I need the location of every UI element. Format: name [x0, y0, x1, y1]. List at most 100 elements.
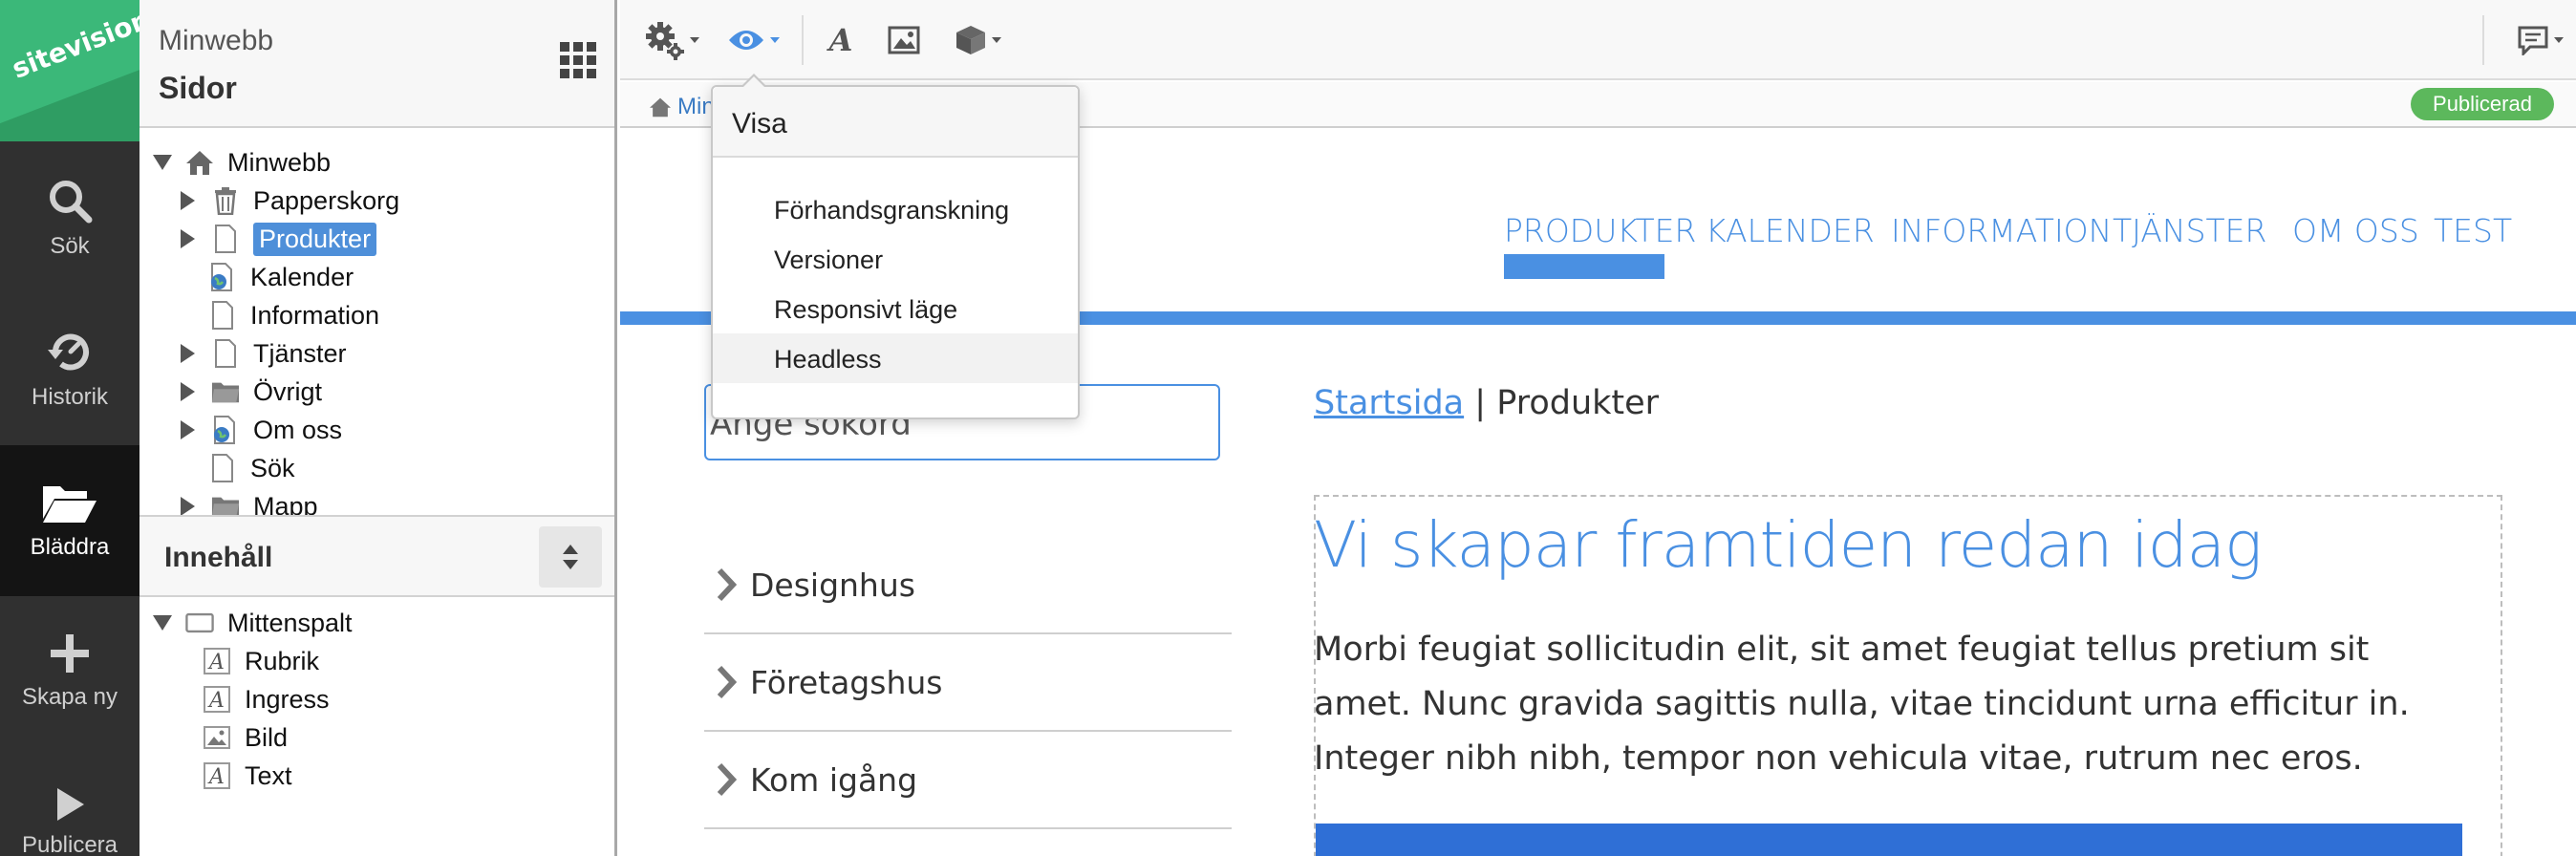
panel-section-title: Sidor: [159, 71, 237, 105]
side-nav-kom-igang[interactable]: Kom igång: [704, 732, 1232, 829]
side-nav-designhus[interactable]: Designhus: [704, 537, 1232, 634]
site-nav-information[interactable]: INFORMATION: [1891, 212, 2112, 249]
rail-history-label: Historik: [31, 384, 108, 410]
content-item-rubrik[interactable]: A Rubrik: [203, 642, 319, 680]
tree-item-sok[interactable]: Sök: [178, 449, 295, 487]
breadcrumb-startsida-link[interactable]: Startsida: [1314, 384, 1464, 422]
content-item-label: Text: [245, 760, 292, 790]
site-nav-kalender[interactable]: KALENDER: [1706, 212, 1875, 249]
view-menu-button[interactable]: [727, 17, 780, 63]
site-nav-produkter[interactable]: PRODUKTER: [1504, 212, 1696, 249]
cube-icon: [956, 26, 985, 54]
rail-create-button[interactable]: Skapa ny: [0, 596, 140, 747]
logo-text: sitevision.: [8, 0, 140, 85]
breadcrumb-current: Produkter: [1496, 384, 1660, 422]
collapse-triangle-icon[interactable]: [153, 615, 172, 631]
comments-icon: [2518, 26, 2548, 55]
image-module-icon: [203, 723, 231, 752]
tree-item-produkter[interactable]: Produkter: [178, 220, 377, 258]
text-module-icon: A: [203, 647, 231, 675]
menu-item-preview[interactable]: Förhandsgranskning: [713, 184, 1078, 234]
comments-menu-button[interactable]: [2517, 17, 2564, 63]
grid-apps-icon[interactable]: [560, 42, 596, 78]
collapse-triangle-icon[interactable]: [153, 155, 172, 170]
text-module-icon: A: [203, 685, 231, 714]
content-item-text[interactable]: A Text: [203, 757, 292, 795]
tree-item-kalender[interactable]: Kalender: [178, 258, 354, 296]
rail-history-button[interactable]: Historik: [0, 294, 140, 445]
content-item-label: Rubrik: [245, 646, 320, 675]
tree-item-minwebb[interactable]: Minwebb: [153, 143, 331, 182]
expand-triangle-icon[interactable]: [181, 497, 195, 515]
menu-item-headless[interactable]: Headless: [713, 333, 1078, 383]
plus-icon: [51, 634, 89, 673]
image-icon: [888, 26, 920, 54]
side-nav-foretagshus[interactable]: Företagshus: [704, 634, 1232, 732]
tree-item-papperskorg[interactable]: Papperskorg: [178, 182, 399, 220]
text-module-icon: A: [203, 761, 231, 790]
sort-button[interactable]: [539, 526, 602, 588]
expand-triangle-icon[interactable]: [181, 382, 195, 401]
modules-menu-button[interactable]: [955, 17, 1001, 63]
home-icon: [185, 148, 214, 177]
content-item-label: Ingress: [245, 684, 330, 714]
tree-item-label: Papperskorg: [253, 185, 400, 215]
menu-item-responsive[interactable]: Responsivt läge: [713, 284, 1078, 333]
page-headline[interactable]: Vi skapar framtiden redan idag: [1314, 508, 2263, 582]
menu-item-versions[interactable]: Versioner: [713, 234, 1078, 284]
side-nav-label: Designhus: [750, 566, 915, 604]
navigation-panel: Minwebb Sidor Minwebb Papperskorg Produk…: [140, 0, 617, 856]
rail-publish-button[interactable]: Publicera: [0, 747, 140, 856]
tree-item-mapp[interactable]: Mapp: [178, 487, 318, 515]
status-badge: Publicerad: [2411, 88, 2554, 120]
rail-browse-label: Bläddra: [30, 534, 110, 560]
tree-item-label: Minwebb: [227, 147, 332, 177]
eye-icon: [729, 31, 763, 50]
text-format-button[interactable]: A: [825, 17, 857, 63]
side-nav-label: Företagshus: [750, 663, 943, 701]
gears-icon: [646, 22, 684, 60]
svg-text:A: A: [207, 689, 225, 713]
tree-item-ovrigt[interactable]: Övrigt: [178, 373, 322, 411]
tree-item-tjanster[interactable]: Tjänster: [178, 334, 347, 373]
left-rail: sitevision. Sök Historik Bläddra Skapa n…: [0, 0, 140, 856]
tree-item-label: Kalender: [250, 262, 354, 291]
side-nav-label: Kom igång: [750, 760, 918, 799]
search-icon: [50, 181, 93, 224]
tree-item-label: Information: [250, 300, 380, 330]
hero-image[interactable]: [1316, 824, 2462, 856]
content-item-bild[interactable]: Bild: [203, 718, 288, 757]
rail-search-button[interactable]: Sök: [0, 143, 140, 294]
sitevision-logo[interactable]: sitevision.: [0, 0, 140, 141]
container-icon: [185, 609, 214, 637]
chevron-right-icon: [717, 762, 737, 797]
content-tree: Mittenspalt A Rubrik A Ingress Bild A Te…: [140, 604, 614, 856]
tree-item-label: Övrigt: [253, 376, 323, 406]
tree-item-information[interactable]: Information: [178, 296, 379, 334]
breadcrumb-home-link[interactable]: Min: [649, 94, 715, 120]
page-lead-text[interactable]: Morbi feugiat sollicitudin elit, sit ame…: [1314, 623, 2470, 786]
dropdown-title: Visa: [713, 87, 1078, 158]
svg-text:A: A: [207, 651, 225, 674]
folder-icon: [211, 492, 240, 515]
breadcrumb-separator: |: [1474, 384, 1487, 422]
home-icon: [650, 97, 671, 118]
tree-item-om-oss[interactable]: Om oss: [178, 411, 342, 449]
sort-icon: [563, 545, 578, 569]
site-nav-tjanster[interactable]: TJÄNSTER: [2113, 212, 2266, 249]
expand-triangle-icon[interactable]: [181, 191, 195, 210]
site-nav-test[interactable]: TEST: [2434, 212, 2512, 249]
content-item-label: Bild: [245, 722, 289, 752]
tree-item-label: Tjänster: [253, 338, 347, 368]
top-toolbar: A: [620, 0, 2576, 80]
svg-text:A: A: [207, 765, 225, 789]
settings-menu-button[interactable]: [645, 17, 699, 63]
expand-triangle-icon[interactable]: [181, 420, 195, 439]
content-item-ingress[interactable]: A Ingress: [203, 680, 330, 718]
insert-image-button[interactable]: [888, 17, 920, 63]
content-item-mittenspalt[interactable]: Mittenspalt: [153, 604, 353, 642]
expand-triangle-icon[interactable]: [181, 229, 195, 248]
expand-triangle-icon[interactable]: [181, 344, 195, 363]
site-nav-om-oss[interactable]: OM OSS: [2292, 212, 2419, 249]
rail-browse-button[interactable]: Bläddra: [0, 445, 140, 596]
